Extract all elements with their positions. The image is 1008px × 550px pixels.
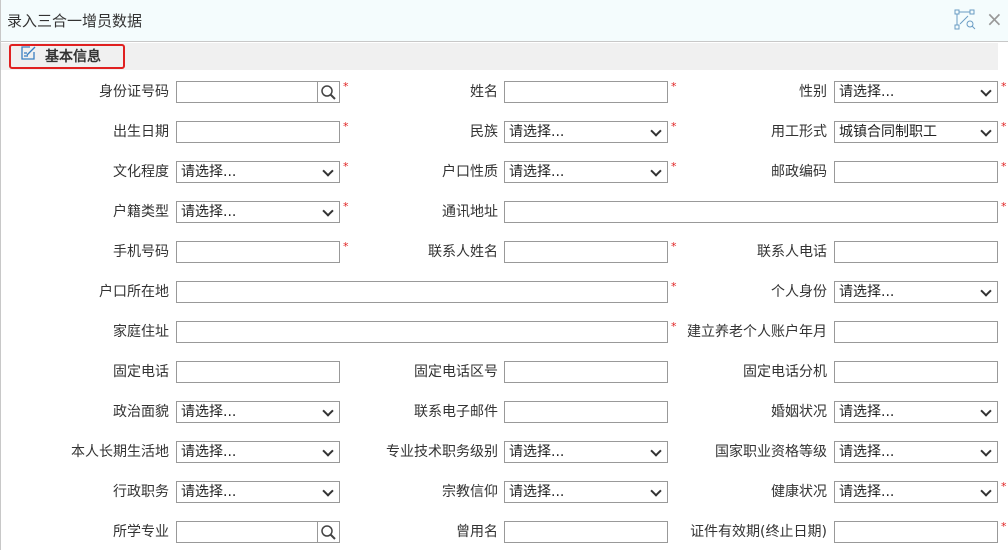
field-label: 出生日期 bbox=[113, 124, 169, 140]
field-value: 请选择... bbox=[839, 84, 895, 100]
field-value: 请选择... bbox=[839, 284, 895, 300]
required-mark: * bbox=[1001, 160, 1007, 173]
text-field[interactable] bbox=[504, 521, 668, 543]
field-label: 身份证号码 bbox=[99, 84, 169, 100]
select-field[interactable]: 请选择... bbox=[834, 441, 998, 463]
field-label: 政治面貌 bbox=[113, 404, 169, 420]
close-button[interactable]: × bbox=[986, 7, 1003, 31]
text-field[interactable] bbox=[504, 241, 668, 263]
field-label: 个人身份 bbox=[771, 284, 827, 300]
select-field[interactable]: 请选择... bbox=[834, 481, 998, 503]
text-field[interactable] bbox=[504, 81, 668, 103]
text-field[interactable] bbox=[834, 361, 998, 383]
edit-icon bbox=[21, 46, 36, 60]
text-field[interactable] bbox=[834, 161, 998, 183]
field-label: 婚姻状况 bbox=[771, 404, 827, 420]
field-value: 请选择... bbox=[839, 484, 895, 500]
field-label: 证件有效期(终止日期) bbox=[690, 524, 827, 540]
fit-zoom-icon[interactable] bbox=[954, 9, 976, 31]
field-label: 户口所在地 bbox=[99, 284, 169, 300]
field-label: 本人长期生活地 bbox=[71, 444, 169, 460]
field-label: 曾用名 bbox=[456, 524, 498, 540]
select-field[interactable]: 请选择... bbox=[504, 481, 668, 503]
field-label: 手机号码 bbox=[113, 244, 169, 260]
required-mark: * bbox=[1001, 120, 1007, 133]
text-field[interactable] bbox=[176, 281, 668, 303]
text-field[interactable] bbox=[176, 321, 668, 343]
field-value: 请选择... bbox=[509, 164, 565, 180]
select-field[interactable]: 请选择... bbox=[176, 201, 340, 223]
select-field[interactable]: 请选择... bbox=[504, 441, 668, 463]
field-label: 国家职业资格等级 bbox=[715, 444, 827, 460]
field-label: 专业技术职务级别 bbox=[386, 444, 498, 460]
field-label: 联系人电话 bbox=[757, 244, 827, 260]
text-field[interactable] bbox=[834, 321, 998, 343]
field-label: 户籍类型 bbox=[113, 204, 169, 220]
field-label: 联系人姓名 bbox=[428, 244, 498, 260]
field-value: 请选择... bbox=[839, 404, 895, 420]
field-label: 联系电子邮件 bbox=[414, 404, 498, 420]
field-label: 通讯地址 bbox=[442, 204, 498, 220]
field-value: 请选择... bbox=[181, 204, 237, 220]
field-label: 民族 bbox=[470, 124, 498, 140]
field-label: 性别 bbox=[799, 84, 827, 100]
text-field[interactable] bbox=[504, 401, 668, 423]
dialog-header: 录入三合一增员数据 × bbox=[1, 0, 1008, 42]
text-field[interactable] bbox=[176, 241, 340, 263]
select-field[interactable]: 请选择... bbox=[834, 81, 998, 103]
search-icon[interactable] bbox=[317, 82, 339, 102]
field-value: 请选择... bbox=[509, 444, 565, 460]
select-field[interactable]: 城镇合同制职工 bbox=[834, 121, 998, 143]
field-label: 固定电话分机 bbox=[743, 364, 827, 380]
field-value: 请选择... bbox=[181, 404, 237, 420]
required-mark: * bbox=[1001, 80, 1007, 93]
select-field[interactable]: 请选择... bbox=[504, 121, 668, 143]
text-field[interactable] bbox=[834, 241, 998, 263]
section-title: 基本信息 bbox=[45, 49, 101, 65]
text-field[interactable] bbox=[504, 201, 998, 223]
text-field[interactable] bbox=[834, 521, 998, 543]
field-label: 行政职务 bbox=[113, 484, 169, 500]
field-label: 文化程度 bbox=[113, 164, 169, 180]
required-mark: * bbox=[1001, 200, 1007, 213]
search-icon[interactable] bbox=[317, 522, 339, 542]
text-field[interactable] bbox=[176, 121, 340, 143]
dialog-title: 录入三合一增员数据 bbox=[7, 12, 143, 30]
field-label: 所学专业 bbox=[113, 524, 169, 540]
field-value: 请选择... bbox=[839, 444, 895, 460]
field-label: 健康状况 bbox=[771, 484, 827, 500]
select-field[interactable]: 请选择... bbox=[176, 441, 340, 463]
field-value: 城镇合同制职工 bbox=[839, 124, 937, 140]
select-field[interactable]: 请选择... bbox=[834, 401, 998, 423]
select-field[interactable]: 请选择... bbox=[834, 281, 998, 303]
field-value: 请选择... bbox=[509, 484, 565, 500]
select-field[interactable]: 请选择... bbox=[504, 161, 668, 183]
select-field[interactable]: 请选择... bbox=[176, 161, 340, 183]
select-field[interactable]: 请选择... bbox=[176, 401, 340, 423]
field-value: 请选择... bbox=[181, 164, 237, 180]
required-mark: * bbox=[1001, 480, 1007, 493]
field-label: 固定电话 bbox=[113, 364, 169, 380]
select-field[interactable]: 请选择... bbox=[176, 481, 340, 503]
field-label: 用工形式 bbox=[771, 124, 827, 140]
required-mark: * bbox=[1001, 520, 1007, 533]
text-field[interactable] bbox=[504, 361, 668, 383]
text-field[interactable] bbox=[176, 361, 340, 383]
search-field[interactable] bbox=[176, 81, 340, 103]
field-label: 宗教信仰 bbox=[442, 484, 498, 500]
field-label: 建立养老个人账户年月 bbox=[687, 324, 827, 340]
field-label: 固定电话区号 bbox=[414, 364, 498, 380]
section-bar bbox=[1, 43, 998, 70]
field-label: 邮政编码 bbox=[771, 164, 827, 180]
field-label: 姓名 bbox=[470, 84, 498, 100]
field-value: 请选择... bbox=[181, 444, 237, 460]
field-value: 请选择... bbox=[181, 484, 237, 500]
field-value: 请选择... bbox=[509, 124, 565, 140]
field-label: 户口性质 bbox=[442, 164, 498, 180]
field-label: 家庭住址 bbox=[113, 324, 169, 340]
search-field[interactable] bbox=[176, 521, 340, 543]
